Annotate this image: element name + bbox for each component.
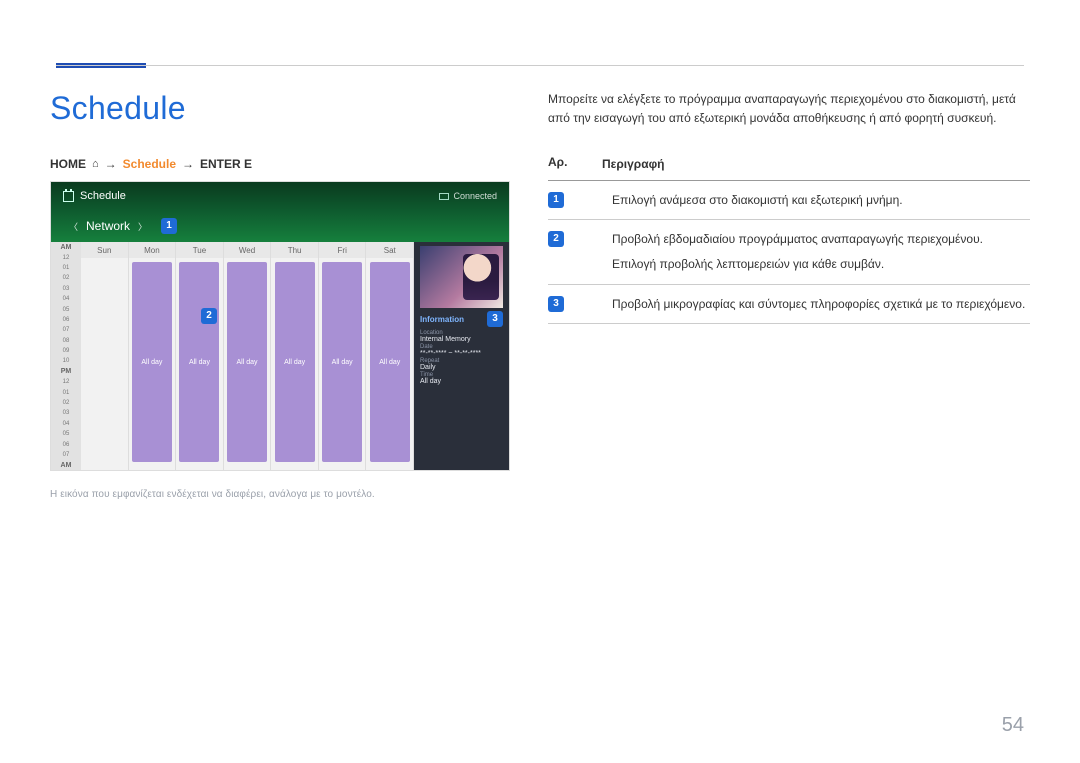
head-num: Αρ. bbox=[548, 155, 602, 174]
col-thu: All day bbox=[271, 258, 319, 471]
event: All day bbox=[179, 262, 219, 462]
week-view: Sun Mon Tue Wed Thu Fri Sat All day All … bbox=[81, 242, 414, 471]
event: All day bbox=[227, 262, 267, 462]
page-number: 54 bbox=[1002, 714, 1024, 737]
event: All day bbox=[370, 262, 410, 462]
intro-text: Μπορείτε να ελέγξετε το πρόγραμμα αναπαρ… bbox=[548, 90, 1030, 127]
header-rule bbox=[56, 65, 1024, 66]
col-fri: All day bbox=[319, 258, 367, 471]
col-sat: All day bbox=[366, 258, 414, 471]
row-desc-1-p1: Επιλογή ανάμεσα στο διακομιστή και εξωτε… bbox=[612, 191, 1030, 210]
day-wed: Wed bbox=[224, 242, 272, 258]
week-body: All day All day All day All day All day … bbox=[81, 258, 414, 471]
head-desc: Περιγραφή bbox=[602, 155, 1030, 174]
network-label: Network bbox=[86, 219, 130, 233]
crumb-arrow2: → bbox=[182, 157, 194, 171]
screenshot-title: Schedule bbox=[80, 190, 126, 202]
left-column: Schedule HOME ⌂ → Schedule → ENTER E Sch… bbox=[50, 90, 510, 500]
device-icon bbox=[439, 193, 449, 200]
schedule-screenshot: Schedule Connected 〈 Network 〉 1 AM bbox=[50, 181, 510, 471]
screenshot-titlebar: Schedule Connected bbox=[51, 182, 509, 210]
breadcrumb: HOME ⌂ → Schedule → ENTER E bbox=[50, 157, 510, 171]
page: Schedule HOME ⌂ → Schedule → ENTER E Sch… bbox=[0, 0, 1080, 763]
day-sat: Sat bbox=[366, 242, 414, 258]
event: All day bbox=[132, 262, 172, 462]
table-row: 3 Προβολή μικρογραφίας και σύντομες πληρ… bbox=[548, 285, 1030, 325]
row-desc-2-p2: Επιλογή προβολής λεπτομερειών για κάθε σ… bbox=[612, 255, 1030, 274]
event: All day bbox=[322, 262, 362, 462]
row-num-1: 1 bbox=[548, 192, 564, 208]
callout-3: 3 bbox=[487, 311, 503, 327]
info-time-value: All day bbox=[420, 378, 503, 385]
chevron-left-icon: 〈 bbox=[69, 220, 78, 233]
titlebar-left: Schedule bbox=[63, 190, 126, 202]
table-row: 2 Προβολή εβδομαδιαίου προγράμματος αναπ… bbox=[548, 220, 1030, 284]
crumb-home: HOME bbox=[50, 157, 86, 171]
event: All day bbox=[275, 262, 315, 462]
home-icon: ⌂ bbox=[92, 158, 99, 170]
info-title: Information bbox=[420, 315, 464, 324]
time-am2: AM bbox=[61, 460, 72, 470]
col-sun bbox=[81, 258, 129, 471]
info-location-value: Internal Memory bbox=[420, 336, 503, 343]
chevron-right-icon: 〉 bbox=[138, 220, 147, 233]
crumb-arrow: → bbox=[105, 157, 117, 171]
col-wed: All day bbox=[224, 258, 272, 471]
day-thu: Thu bbox=[271, 242, 319, 258]
crumb-enter: ENTER E bbox=[200, 157, 252, 171]
crumb-schedule: Schedule bbox=[123, 157, 176, 171]
day-tue: Tue bbox=[176, 242, 224, 258]
description-table: Αρ. Περιγραφή 1 Επιλογή ανάμεσα στο διακ… bbox=[548, 149, 1030, 324]
row-desc-3-p1: Προβολή μικρογραφίας και σύντομες πληροφ… bbox=[612, 295, 1030, 314]
time-column: AM 1201020304050607080910 PM 12010203040… bbox=[51, 242, 81, 471]
row-num-2: 2 bbox=[548, 231, 564, 247]
time-am: AM bbox=[61, 242, 72, 252]
day-sun: Sun bbox=[81, 242, 129, 258]
row-num-3: 3 bbox=[548, 296, 564, 312]
right-column: Μπορείτε να ελέγξετε το πρόγραμμα αναπαρ… bbox=[548, 90, 1030, 500]
col-tue: All day bbox=[176, 258, 224, 471]
callout-1: 1 bbox=[161, 218, 177, 234]
callout-2: 2 bbox=[201, 308, 217, 324]
day-mon: Mon bbox=[129, 242, 177, 258]
info-repeat-value: Daily bbox=[420, 364, 503, 371]
week-header: Sun Mon Tue Wed Thu Fri Sat bbox=[81, 242, 414, 258]
col-mon: All day bbox=[129, 258, 177, 471]
row-desc-2-p1: Προβολή εβδομαδιαίου προγράμματος αναπαρ… bbox=[612, 230, 1030, 249]
page-title: Schedule bbox=[50, 90, 510, 127]
calendar-grid: AM 1201020304050607080910 PM 12010203040… bbox=[51, 242, 509, 471]
day-fri: Fri bbox=[319, 242, 367, 258]
table-row: 1 Επιλογή ανάμεσα στο διακομιστή και εξω… bbox=[548, 181, 1030, 221]
calendar-icon bbox=[63, 191, 74, 202]
time-pm: PM bbox=[61, 367, 72, 377]
table-header: Αρ. Περιγραφή bbox=[548, 149, 1030, 181]
content-columns: Schedule HOME ⌂ → Schedule → ENTER E Sch… bbox=[50, 90, 1030, 500]
connected-label: Connected bbox=[453, 191, 497, 201]
screenshot-caption: Η εικόνα που εμφανίζεται ενδέχεται να δι… bbox=[50, 489, 510, 500]
info-date-value: **-**-**** ~ **-**-**** bbox=[420, 350, 503, 357]
connected-indicator: Connected bbox=[439, 191, 497, 201]
info-panel: Information 3 Location Internal Memory D… bbox=[414, 242, 509, 471]
network-bar: 〈 Network 〉 1 bbox=[51, 210, 509, 242]
content-thumbnail bbox=[420, 246, 503, 308]
